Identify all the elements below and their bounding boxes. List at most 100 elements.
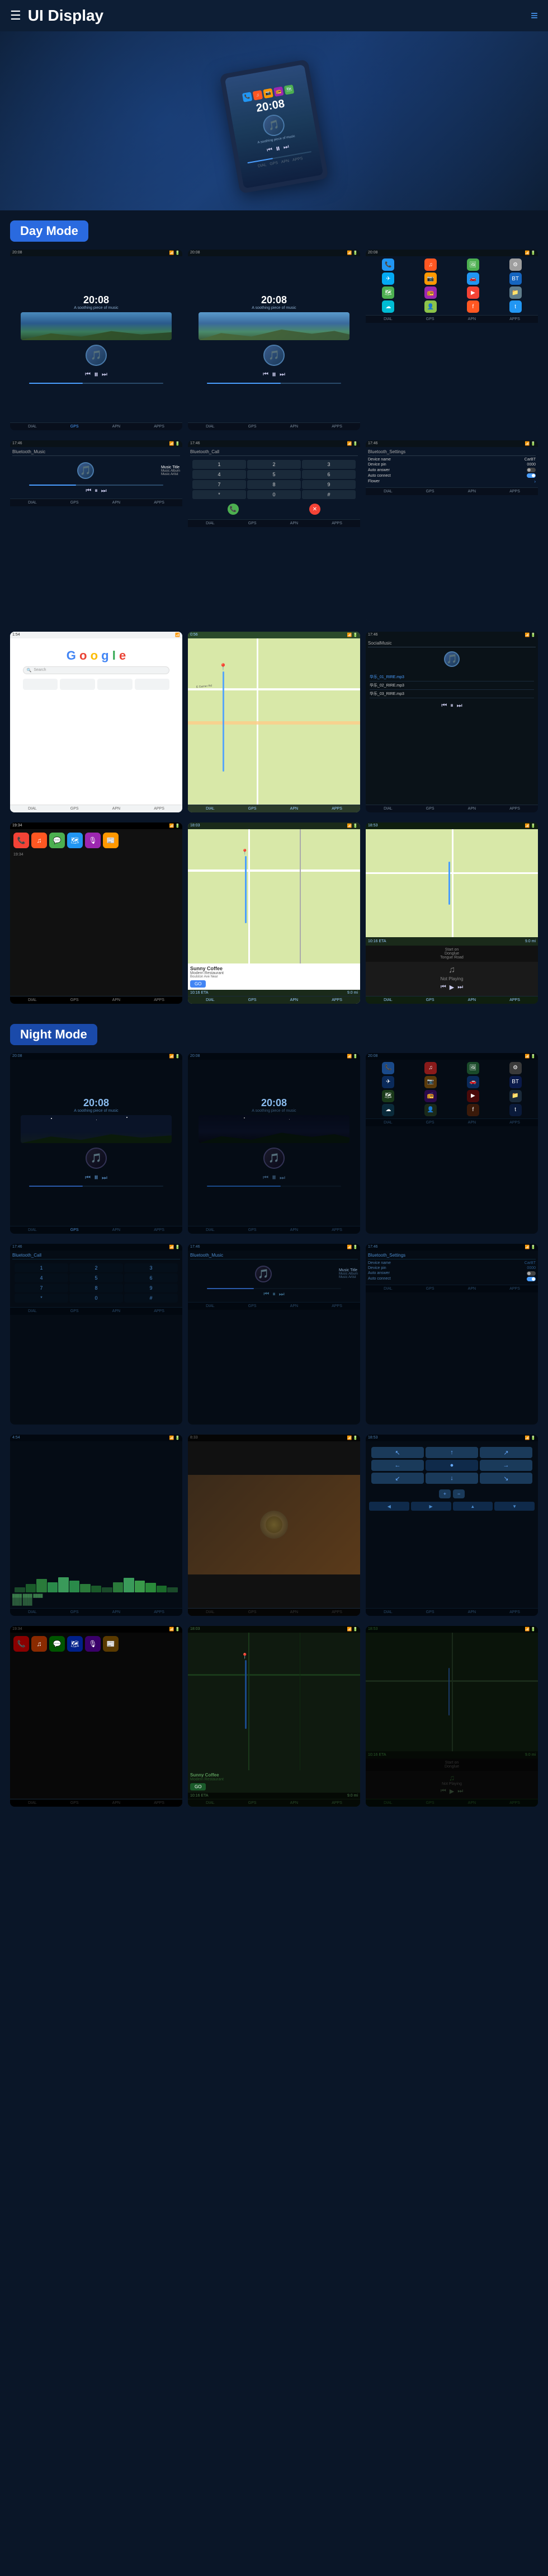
app-settings[interactable]: ⚙ [509,258,522,271]
np-play[interactable]: ▶ [450,984,454,991]
dial-7[interactable]: 7 [192,480,246,489]
n11[interactable]: APN [468,490,476,493]
ntn7[interactable]: APN [290,1228,298,1232]
track-1[interactable]: 华乐_01_RIRE.mp3 [370,673,534,681]
nnr1[interactable]: DIAL [206,1801,215,1805]
night-bt-progress[interactable] [207,1288,341,1289]
nn3[interactable]: APN [290,998,298,1002]
ntc4[interactable]: APPS [154,1309,164,1313]
dial-9[interactable]: 9 [302,480,356,489]
nav-gps-3[interactable]: GPS [426,317,434,321]
night-answer-toggle[interactable] [527,1271,536,1276]
arrow-down[interactable]: ↓ [426,1473,478,1484]
night-progress-1[interactable] [29,1186,163,1187]
ns2[interactable]: GPS [426,807,434,811]
n-prev-2[interactable]: ⏮ [263,1174,268,1182]
app-radio[interactable]: 📻 [424,286,437,299]
n8[interactable]: APPS [332,521,342,525]
nta1[interactable]: DIAL [384,1121,393,1125]
cp-music[interactable]: ♫ [31,833,47,848]
n-next-1[interactable]: ⏭ [102,1174,107,1182]
night-app-telegram[interactable]: ✈ [382,1076,394,1088]
nnp-4[interactable]: APPS [509,1801,520,1805]
night-cp-news[interactable]: 📰 [103,1636,119,1652]
app-telegram[interactable]: ✈ [382,272,394,285]
sc-prev[interactable]: ⏮ [441,702,447,709]
progress-2[interactable] [207,383,341,384]
flower-arrow[interactable]: › [534,479,536,484]
nnp3[interactable]: APN [468,998,476,1002]
bt-prev[interactable]: ⏮ [86,487,91,495]
night-app-weather[interactable]: ☁ [382,1104,394,1116]
ntc3[interactable]: APN [112,1309,120,1313]
n7[interactable]: APN [290,521,298,525]
app-bt[interactable]: BT [509,272,522,285]
play-2[interactable]: ⏸ [272,370,276,380]
app-fb[interactable]: f [467,300,479,313]
nbt-prev[interactable]: ⏮ [263,1291,269,1298]
dial-star[interactable]: * [192,490,246,499]
track-3[interactable]: 华乐_03_RIRE.mp3 [370,690,534,698]
dial-4[interactable]: 4 [192,470,246,479]
night-cp-phone[interactable]: 📞 [13,1636,29,1652]
nav-apps-1[interactable]: APPS [154,425,164,429]
nav-apn-2[interactable]: APN [290,425,298,429]
nav-apn-3[interactable]: APN [468,317,476,321]
sc-next[interactable]: ⏭ [457,702,462,709]
night-cp-podcast[interactable]: 🎙 [85,1636,101,1652]
app-weather[interactable]: ☁ [382,300,394,313]
nc1[interactable]: DIAL [28,998,37,1002]
nnr3[interactable]: APN [290,1801,298,1805]
n-next-2[interactable]: ⏭ [280,1174,285,1182]
dial-1[interactable]: 1 [192,460,246,469]
app-maps[interactable]: 🗺 [382,286,394,299]
night-connect-toggle[interactable] [527,1277,536,1281]
progress-1[interactable] [29,383,163,384]
app-phone[interactable]: 📞 [382,258,394,271]
call-btn[interactable]: 📞 [228,504,239,515]
night-app-files[interactable]: 📁 [509,1090,522,1102]
nav-apps[interactable]: APPS [292,156,303,162]
n-play-2[interactable]: ⏸ [272,1173,276,1183]
bt-progress[interactable] [29,485,163,486]
nnp-prev[interactable]: ⏮ [441,1788,446,1795]
dial-6[interactable]: 6 [302,470,356,479]
nav-apps-2[interactable]: APPS [332,425,342,429]
n6[interactable]: GPS [248,521,257,525]
nc2[interactable]: GPS [70,998,79,1002]
nav-icon[interactable]: ≡ [531,8,538,23]
nta-3[interactable]: APN [468,1610,476,1614]
ntf3[interactable]: APN [290,1610,298,1614]
n12[interactable]: APPS [509,490,520,493]
nts2[interactable]: GPS [426,1287,434,1291]
extra-btn-4[interactable]: ▼ [494,1502,535,1511]
nav-gps-2[interactable]: GPS [248,425,257,429]
night-dial-0[interactable]: 0 [69,1294,123,1303]
np-prev[interactable]: ⏮ [441,984,446,991]
nbt-play[interactable]: ⏸ [272,1291,276,1298]
ntn1[interactable]: DIAL [28,1228,37,1232]
prev-1[interactable]: ⏮ [85,371,91,378]
ncp1[interactable]: DIAL [28,1801,37,1805]
ntw1[interactable]: DIAL [28,1610,37,1614]
play-1[interactable]: ⏸ [94,370,98,380]
night-app-bt[interactable]: BT [509,1076,522,1088]
night-dial-2[interactable]: 2 [69,1263,123,1272]
n-play-1[interactable]: ⏸ [94,1173,98,1183]
nc3[interactable]: APN [112,998,120,1002]
nta4[interactable]: APPS [509,1121,520,1125]
dial-hash[interactable]: # [302,490,356,499]
nta-2[interactable]: GPS [426,1610,434,1614]
cp-phone[interactable]: 📞 [13,833,29,848]
n3[interactable]: APN [112,501,120,505]
prev-2[interactable]: ⏮ [263,371,268,378]
nav-dial[interactable]: DIAL [258,163,267,168]
ntn6[interactable]: GPS [248,1228,257,1232]
arrow-left[interactable]: ← [371,1460,424,1471]
ng4[interactable]: APPS [154,807,164,811]
zoom-in-btn[interactable]: + [439,1489,451,1498]
night-app-car[interactable]: 🚗 [467,1076,479,1088]
cp-news[interactable]: 📰 [103,833,119,848]
track-2[interactable]: 华乐_02_RIRE.mp3 [370,681,534,690]
nn4[interactable]: APPS [332,998,342,1002]
